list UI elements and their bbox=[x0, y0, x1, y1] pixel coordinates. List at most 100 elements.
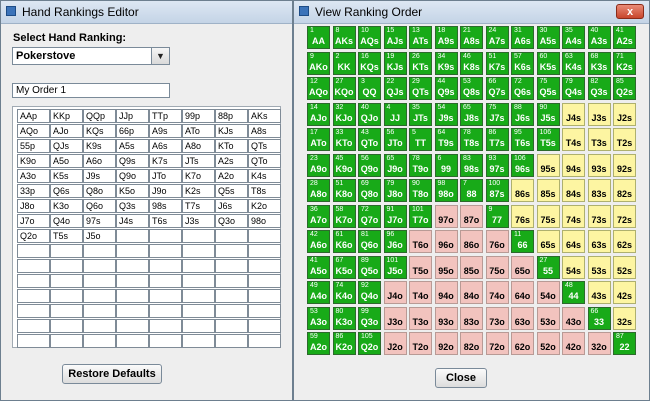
hand-cell[interactable]: 72s bbox=[613, 204, 636, 228]
hand-cell[interactable]: 80 K3o bbox=[332, 306, 356, 330]
hand-list-cell[interactable] bbox=[50, 334, 83, 348]
hand-cell[interactable]: T3s bbox=[587, 128, 611, 151]
hand-cell[interactable]: 105 Q2o bbox=[358, 332, 381, 355]
hand-list-cell[interactable]: 97s bbox=[83, 214, 116, 228]
hand-cell[interactable]: 51 K7s bbox=[485, 51, 509, 75]
hand-cell[interactable]: 101 J5o bbox=[383, 255, 407, 279]
hand-list-cell[interactable] bbox=[149, 274, 182, 288]
hand-cell[interactable]: 5 TT bbox=[409, 128, 432, 151]
hand-cell[interactable]: 79 Q4s bbox=[562, 77, 585, 100]
hand-cell[interactable]: 86o bbox=[460, 230, 483, 253]
hand-cell[interactable]: 81 Q6o bbox=[358, 230, 381, 253]
hand-list-cell[interactable]: A3o bbox=[17, 169, 50, 183]
hand-list-cell[interactable] bbox=[149, 334, 182, 348]
hand-list-cell[interactable]: Q3s bbox=[116, 199, 149, 213]
hand-list-cell[interactable] bbox=[83, 289, 116, 303]
hand-cell[interactable]: 92s bbox=[613, 153, 636, 177]
hand-cell[interactable]: 54 J9s bbox=[434, 102, 458, 126]
hand-list-cell[interactable]: K9s bbox=[83, 139, 116, 153]
hand-cell[interactable]: 2 KK bbox=[332, 51, 356, 75]
hand-list-cell[interactable]: QJs bbox=[50, 139, 83, 153]
hand-cell[interactable]: 85s bbox=[536, 179, 560, 202]
hand-list-cell[interactable] bbox=[116, 244, 149, 258]
hand-cell[interactable]: 46 K8s bbox=[460, 51, 483, 75]
hand-cell[interactable]: 42o bbox=[562, 332, 585, 355]
hand-list-cell[interactable]: ATo bbox=[182, 124, 215, 138]
hand-list-cell[interactable]: Q5s bbox=[215, 184, 248, 198]
hand-cell[interactable]: 52s bbox=[613, 255, 636, 279]
hand-cell[interactable]: 72 Q6s bbox=[511, 77, 534, 100]
hand-list-cell[interactable] bbox=[215, 334, 248, 348]
hand-list-cell[interactable]: QTs bbox=[248, 139, 281, 153]
hand-list-cell[interactable]: KKp bbox=[50, 109, 83, 123]
hand-cell[interactable]: 63s bbox=[587, 230, 611, 253]
chevron-down-icon[interactable]: ▼ bbox=[151, 48, 169, 64]
hand-list-cell[interactable]: AKs bbox=[248, 109, 281, 123]
hand-cell[interactable]: 29 QTs bbox=[409, 77, 432, 100]
hand-cell[interactable]: 11 66 bbox=[511, 230, 534, 253]
hand-list-cell[interactable] bbox=[50, 259, 83, 273]
hand-list-cell[interactable] bbox=[50, 274, 83, 288]
hand-cell[interactable]: 66 Q7s bbox=[485, 77, 509, 100]
hand-cell[interactable]: T6o bbox=[409, 230, 432, 253]
hand-cell[interactable]: T4s bbox=[562, 128, 585, 151]
hand-cell[interactable]: 82o bbox=[460, 332, 483, 355]
hand-cell[interactable]: J2o bbox=[383, 332, 407, 355]
hand-cell[interactable]: 40 A3s bbox=[587, 26, 611, 49]
hand-list-cell[interactable] bbox=[248, 304, 281, 318]
hand-list-cell[interactable]: A5o bbox=[50, 154, 83, 168]
hand-list-cell[interactable] bbox=[215, 274, 248, 288]
hand-list-cell[interactable]: A6s bbox=[149, 139, 182, 153]
hand-cell[interactable]: 51 K8o bbox=[332, 179, 356, 202]
hand-list-cell[interactable]: A9s bbox=[149, 124, 182, 138]
hand-cell[interactable]: 63 K4s bbox=[562, 51, 585, 75]
hand-list-cell[interactable]: 55p bbox=[17, 139, 50, 153]
hand-cell[interactable]: 16 KQs bbox=[358, 51, 381, 75]
hand-cell[interactable]: 42 A6o bbox=[307, 230, 330, 253]
hand-list-cell[interactable] bbox=[83, 274, 116, 288]
hand-cell[interactable]: 87 22 bbox=[613, 332, 636, 355]
hand-cell[interactable]: 9 77 bbox=[485, 204, 509, 228]
hand-cell[interactable]: 32s bbox=[613, 306, 636, 330]
hand-cell[interactable]: 54o bbox=[536, 281, 560, 304]
hand-list-cell[interactable]: K9o bbox=[17, 154, 50, 168]
hand-list-cell[interactable] bbox=[182, 319, 215, 333]
hand-list-cell[interactable] bbox=[83, 334, 116, 348]
hand-cell[interactable]: 83 98s bbox=[460, 153, 483, 177]
hand-list-cell[interactable] bbox=[83, 259, 116, 273]
hand-list-cell[interactable]: A2o bbox=[215, 169, 248, 183]
hand-list-cell[interactable]: K2o bbox=[248, 199, 281, 213]
hand-cell[interactable]: 67 K5o bbox=[332, 255, 356, 279]
hand-list-cell[interactable]: A2s bbox=[215, 154, 248, 168]
hand-list-cell[interactable] bbox=[182, 304, 215, 318]
hand-cell[interactable]: 74s bbox=[562, 204, 585, 228]
hand-cell[interactable]: 88 J6s bbox=[511, 102, 534, 126]
hand-cell[interactable]: 23 A9o bbox=[307, 153, 330, 177]
hand-cell[interactable]: 13 ATs bbox=[409, 26, 432, 49]
hand-list-cell[interactable] bbox=[50, 289, 83, 303]
hand-cell[interactable]: 36 A7o bbox=[307, 204, 330, 228]
hand-list-cell[interactable] bbox=[149, 304, 182, 318]
hand-cell[interactable]: 27 55 bbox=[536, 255, 560, 279]
hand-list-cell[interactable]: J8o bbox=[17, 199, 50, 213]
hand-list-cell[interactable]: AAp bbox=[17, 109, 50, 123]
hand-cell[interactable]: 83s bbox=[587, 179, 611, 202]
hand-cell[interactable]: 32 KJo bbox=[332, 102, 356, 126]
restore-defaults-button[interactable]: Restore Defaults bbox=[62, 364, 162, 384]
hand-list-cell[interactable]: Q3o bbox=[215, 214, 248, 228]
hand-cell[interactable]: 96o bbox=[434, 230, 458, 253]
close-button[interactable]: Close bbox=[435, 368, 487, 388]
hand-list-cell[interactable]: Q8o bbox=[83, 184, 116, 198]
hand-list-cell[interactable]: Q4o bbox=[50, 214, 83, 228]
hand-list-cell[interactable] bbox=[182, 274, 215, 288]
hand-cell[interactable]: 10 AQs bbox=[358, 26, 381, 49]
hand-list-cell[interactable]: Q6o bbox=[83, 199, 116, 213]
order-name-input[interactable] bbox=[12, 83, 170, 98]
hand-list-cell[interactable]: 88p bbox=[215, 109, 248, 123]
hand-cell[interactable]: 106 T5s bbox=[536, 128, 560, 151]
hand-list-cell[interactable]: JTs bbox=[182, 154, 215, 168]
hand-cell[interactable]: 75 Q5s bbox=[536, 77, 560, 100]
hand-list-cell[interactable]: K2s bbox=[182, 184, 215, 198]
hand-cell[interactable]: 19 KJs bbox=[383, 51, 407, 75]
hand-list-cell[interactable]: A8o bbox=[182, 139, 215, 153]
